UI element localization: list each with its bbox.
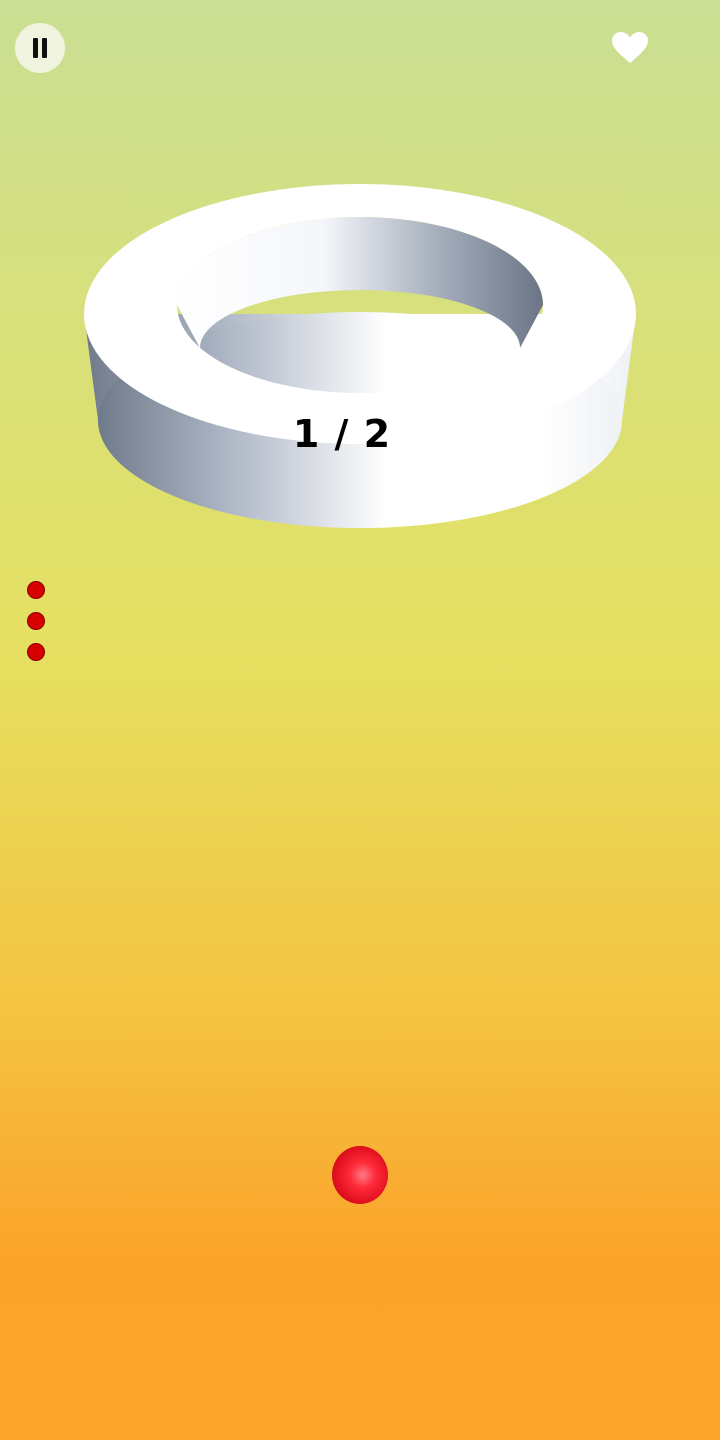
balls-remaining-indicator bbox=[27, 581, 45, 674]
remaining-ball-dot bbox=[27, 581, 45, 599]
game-scene[interactable]: 1 / 2 bbox=[0, 0, 720, 1440]
player-ball bbox=[332, 1146, 388, 1204]
remaining-ball-dot bbox=[27, 612, 45, 630]
ring-target bbox=[84, 184, 636, 528]
remaining-ball-dot bbox=[27, 643, 45, 661]
level-progress-text: 1 / 2 bbox=[292, 412, 392, 456]
